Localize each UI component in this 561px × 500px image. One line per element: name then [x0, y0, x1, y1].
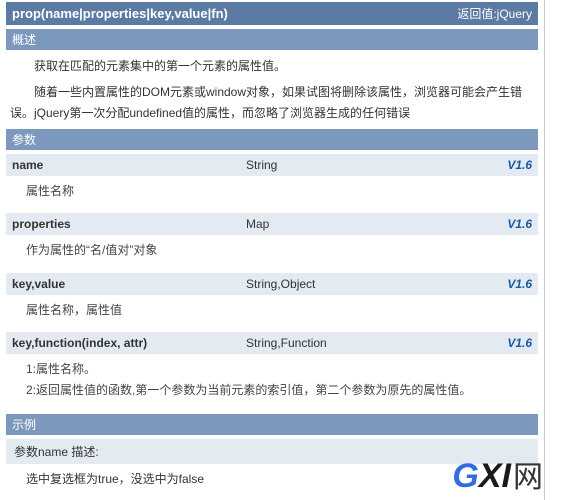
param-desc: 属性名称，属性值 [6, 295, 538, 330]
overview-line: 随着一些内置属性的DOM元素或window对象，如果试图将删除该属性，浏览器可能… [10, 82, 534, 123]
param-name: properties [12, 217, 246, 231]
param-version: V1.6 [507, 277, 532, 291]
param-desc-line: 1:属性名称。 [26, 360, 532, 379]
param-name: key,value [12, 277, 246, 291]
example-text: 选中复选框为true，没选中为false [6, 464, 538, 495]
param-desc: 作为属性的“名/值对”对象 [6, 235, 538, 270]
section-overview-head: 概述 [6, 29, 538, 50]
overview-body: 获取在匹配的元素集中的第一个元素的属性值。 随着一些内置属性的DOM元素或win… [6, 56, 538, 123]
example-subhead: 参数name 描述: [6, 439, 538, 464]
method-signature: prop(name|properties|key,value|fn) [12, 6, 228, 21]
param-name: name [12, 158, 246, 172]
param-row: key,function(index, attr)String,Function… [6, 332, 538, 354]
param-type: String,Function [246, 336, 507, 350]
section-params-head: 参数 [6, 129, 538, 150]
param-desc-line: 作为属性的“名/值对”对象 [26, 241, 532, 260]
param-desc-line: 2:返回属性值的函数,第一个参数为当前元素的索引值，第二个参数为原先的属性值。 [26, 381, 532, 400]
param-type: String,Object [246, 277, 507, 291]
scroll-area[interactable]: prop(name|properties|key,value|fn) 返回值:j… [0, 0, 545, 500]
param-type: String [246, 158, 507, 172]
param-desc: 1:属性名称。 2:返回属性值的函数,第一个参数为当前元素的索引值，第二个参数为原… [6, 354, 538, 410]
param-row: propertiesMapV1.6 [6, 213, 538, 235]
code-label: jQuery 代码: [6, 495, 538, 500]
param-version: V1.6 [507, 158, 532, 172]
params-container: nameStringV1.6属性名称propertiesMapV1.6作为属性的… [6, 154, 538, 410]
param-type: Map [246, 217, 507, 231]
section-examples-head: 示例 [6, 414, 538, 435]
param-desc-line: 属性名称，属性值 [26, 301, 532, 320]
doc-content: prop(name|properties|key,value|fn) 返回值:j… [0, 0, 544, 500]
param-version: V1.6 [507, 336, 532, 350]
return-value: 返回值:jQuery [457, 5, 532, 22]
signature-bar: prop(name|properties|key,value|fn) 返回值:j… [6, 2, 538, 25]
param-desc: 属性名称 [6, 176, 538, 211]
overview-line: 获取在匹配的元素集中的第一个元素的属性值。 [10, 56, 534, 76]
examples-container: 参数name 描述:选中复选框为true，没选中为falsejQuery 代码:… [6, 439, 538, 500]
param-row: nameStringV1.6 [6, 154, 538, 176]
param-name: key,function(index, attr) [12, 336, 246, 350]
param-desc-line: 属性名称 [26, 182, 532, 201]
param-row: key,valueString,ObjectV1.6 [6, 273, 538, 295]
param-version: V1.6 [507, 217, 532, 231]
